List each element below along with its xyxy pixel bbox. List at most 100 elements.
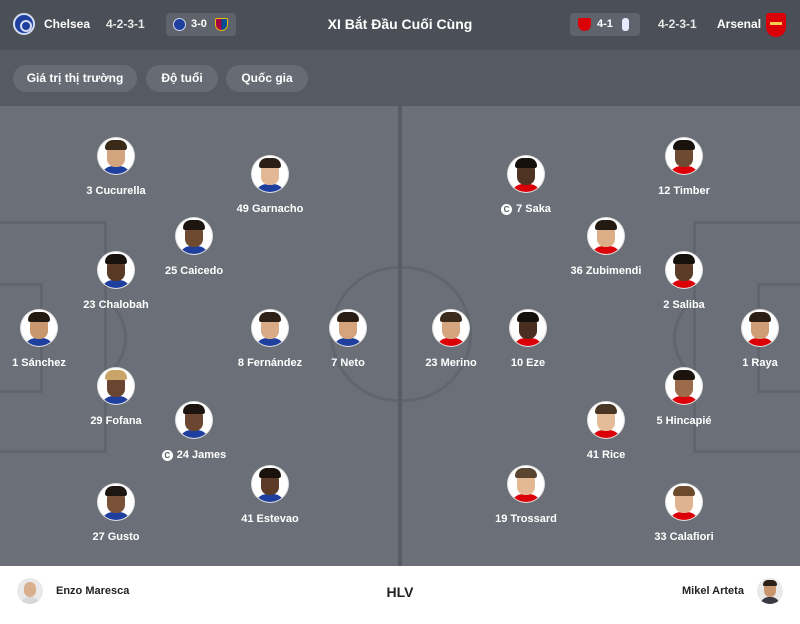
player-hair bbox=[673, 140, 695, 150]
player-number-name: 41 Rice bbox=[586, 449, 626, 461]
player-label: 49 Garnacho bbox=[210, 203, 330, 215]
player-avatar[interactable] bbox=[252, 466, 288, 502]
tab-market-value[interactable]: Giá trị thị trường bbox=[13, 65, 137, 92]
player-number-name: 33 Calafiori bbox=[654, 531, 714, 543]
player-avatar[interactable] bbox=[21, 310, 57, 346]
player-shirt bbox=[513, 338, 543, 346]
player-avatar[interactable] bbox=[98, 252, 134, 288]
home-player-neto[interactable]: 7 Neto bbox=[288, 310, 398, 380]
player-shirt bbox=[255, 338, 285, 346]
home-player-garnacho[interactable]: 49 Garnacho bbox=[210, 156, 330, 226]
home-player-cucurella[interactable]: 3 Cucurella bbox=[56, 138, 176, 208]
away-player-trossard[interactable]: 19 Trossard bbox=[466, 466, 586, 536]
player-shirt bbox=[669, 512, 699, 520]
away-recent-score: 4-1 bbox=[597, 18, 613, 30]
player-shirt bbox=[24, 338, 54, 346]
player-shirt bbox=[179, 246, 209, 254]
player-avatar[interactable] bbox=[252, 310, 288, 346]
player-avatar[interactable] bbox=[508, 466, 544, 502]
player-hair bbox=[673, 486, 695, 496]
player-avatar[interactable] bbox=[742, 310, 778, 346]
view-tabs: Giá trị thị trường Độ tuổi Quốc gia bbox=[0, 50, 800, 106]
arsenal-mini-crest-icon bbox=[578, 18, 591, 31]
player-avatar[interactable] bbox=[98, 138, 134, 174]
player-shirt bbox=[333, 338, 363, 346]
player-number-name: 41 Estevao bbox=[241, 513, 299, 525]
away-player-timber[interactable]: 12 Timber bbox=[624, 138, 744, 208]
player-shirt bbox=[669, 166, 699, 174]
away-half-pitch: 12 Timber C 7 Saka 36 Zubimendi 2 Saliba 23 M… bbox=[402, 106, 800, 566]
player-number-name: 12 Timber bbox=[658, 185, 710, 197]
away-player-eze[interactable]: 10 Eze bbox=[468, 310, 588, 380]
player-shirt bbox=[255, 494, 285, 502]
player-number-name: 19 Trossard bbox=[495, 513, 557, 525]
player-number-name: 7 Saka bbox=[516, 203, 551, 215]
captain-icon: C bbox=[161, 450, 173, 461]
player-avatar[interactable] bbox=[666, 252, 702, 288]
player-label: 33 Calafiori bbox=[624, 531, 744, 543]
player-hair bbox=[749, 312, 771, 322]
away-recent-result[interactable]: 4-1 bbox=[570, 13, 640, 36]
player-avatar[interactable] bbox=[508, 156, 544, 192]
player-avatar[interactable] bbox=[98, 368, 134, 404]
player-hair bbox=[673, 254, 695, 264]
player-avatar[interactable] bbox=[252, 156, 288, 192]
player-avatar[interactable] bbox=[510, 310, 546, 346]
away-formation: 4-2-3-1 bbox=[658, 17, 697, 31]
player-label: 27 Gusto bbox=[56, 531, 176, 543]
player-avatar[interactable] bbox=[176, 218, 212, 254]
player-shirt bbox=[669, 280, 699, 288]
away-player-rice[interactable]: 41 Rice bbox=[546, 402, 666, 472]
player-shirt bbox=[101, 512, 131, 520]
player-hair bbox=[515, 468, 537, 478]
player-hair bbox=[259, 468, 281, 478]
player-number-name: 2 Saliba bbox=[663, 299, 705, 311]
player-shirt bbox=[179, 430, 209, 438]
home-half-pitch: 3 Cucurella 49 Garnacho 25 Caicedo 23 Chalo… bbox=[0, 106, 398, 566]
player-avatar[interactable] bbox=[433, 310, 469, 346]
player-hair bbox=[183, 404, 205, 414]
captain-icon: C bbox=[501, 204, 513, 215]
player-hair bbox=[337, 312, 359, 322]
player-shirt bbox=[436, 338, 466, 346]
home-player-estevao[interactable]: 41 Estevao bbox=[210, 466, 330, 536]
player-shirt bbox=[511, 184, 541, 192]
player-label: 12 Timber bbox=[624, 185, 744, 197]
away-player-calafiori[interactable]: 33 Calafiori bbox=[624, 484, 744, 554]
player-hair bbox=[28, 312, 50, 322]
player-avatar[interactable] bbox=[588, 402, 624, 438]
home-player-gusto[interactable]: 27 Gusto bbox=[56, 484, 176, 554]
away-coach-avatar[interactable] bbox=[757, 578, 783, 604]
player-hair bbox=[259, 312, 281, 322]
player-avatar[interactable] bbox=[98, 484, 134, 520]
away-player-saka[interactable]: C7 Saka bbox=[466, 156, 586, 226]
away-coach-name[interactable]: Mikel Arteta bbox=[682, 585, 744, 597]
player-hair bbox=[105, 370, 127, 380]
player-shirt bbox=[511, 494, 541, 502]
player-hair bbox=[440, 312, 462, 322]
home-player-james[interactable]: C 24 James bbox=[134, 402, 254, 472]
player-hair bbox=[105, 486, 127, 496]
player-avatar[interactable] bbox=[666, 138, 702, 174]
tottenham-crest-icon bbox=[622, 18, 629, 31]
player-avatar[interactable] bbox=[588, 218, 624, 254]
tab-nationality[interactable]: Quốc gia bbox=[226, 65, 308, 92]
player-avatar[interactable] bbox=[666, 484, 702, 520]
player-number-name: 10 Eze bbox=[510, 357, 546, 369]
player-hair bbox=[595, 220, 617, 230]
player-avatar[interactable] bbox=[666, 368, 702, 404]
coaches-bar: Enzo Maresca HLV Mikel Arteta bbox=[0, 566, 800, 624]
coach-label: HLV bbox=[386, 584, 414, 600]
player-avatar[interactable] bbox=[330, 310, 366, 346]
tab-age[interactable]: Độ tuổi bbox=[146, 65, 218, 92]
player-hair bbox=[673, 370, 695, 380]
player-hair bbox=[105, 254, 127, 264]
player-number-name: 24 James bbox=[176, 449, 227, 461]
player-shirt bbox=[669, 396, 699, 404]
player-label: 7 Neto bbox=[288, 357, 398, 369]
player-number-name: 27 Gusto bbox=[92, 531, 140, 543]
player-avatar[interactable] bbox=[176, 402, 212, 438]
away-team-name[interactable]: Arsenal bbox=[717, 17, 761, 31]
player-number-name: 1 Raya bbox=[742, 357, 778, 369]
player-number-name: 49 Garnacho bbox=[236, 203, 304, 215]
